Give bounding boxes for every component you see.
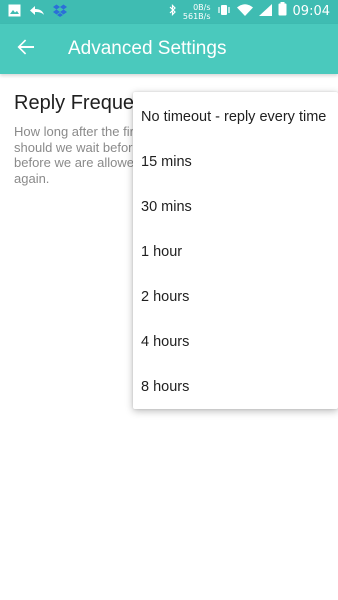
option-1-hour[interactable]: 1 hour [133, 229, 338, 274]
network-speed: 0B/s 561B/s [183, 3, 211, 21]
app-bar: Advanced Settings [0, 24, 338, 74]
page-title: Advanced Settings [68, 38, 227, 59]
status-bar-system: 0B/s 561B/s 09:04 [169, 2, 330, 21]
download-speed: 561B/s [182, 11, 211, 21]
signal-icon [258, 3, 272, 21]
option-4-hours[interactable]: 4 hours [133, 319, 338, 364]
option-2-hours[interactable]: 2 hours [133, 274, 338, 319]
vibrate-icon [217, 3, 231, 21]
reply-frequency-dropdown: No timeout - reply every time 15 mins 30… [133, 92, 338, 409]
option-no-timeout[interactable]: No timeout - reply every time [133, 94, 338, 139]
clock: 09:04 [292, 4, 330, 19]
wifi-icon [236, 3, 253, 21]
bluetooth-icon [169, 3, 177, 21]
back-button[interactable] [12, 35, 40, 63]
battery-icon [278, 2, 287, 21]
reply-icon [29, 4, 45, 22]
arrow-back-icon [17, 38, 35, 61]
status-bar: 0B/s 561B/s 09:04 [0, 0, 338, 24]
dropbox-icon [53, 4, 67, 22]
option-8-hours[interactable]: 8 hours [133, 364, 338, 409]
option-30-mins[interactable]: 30 mins [133, 184, 338, 229]
status-bar-notifications [8, 4, 67, 22]
option-15-mins[interactable]: 15 mins [133, 139, 338, 184]
image-icon [8, 4, 21, 22]
upload-speed: 0B/s [193, 2, 211, 12]
